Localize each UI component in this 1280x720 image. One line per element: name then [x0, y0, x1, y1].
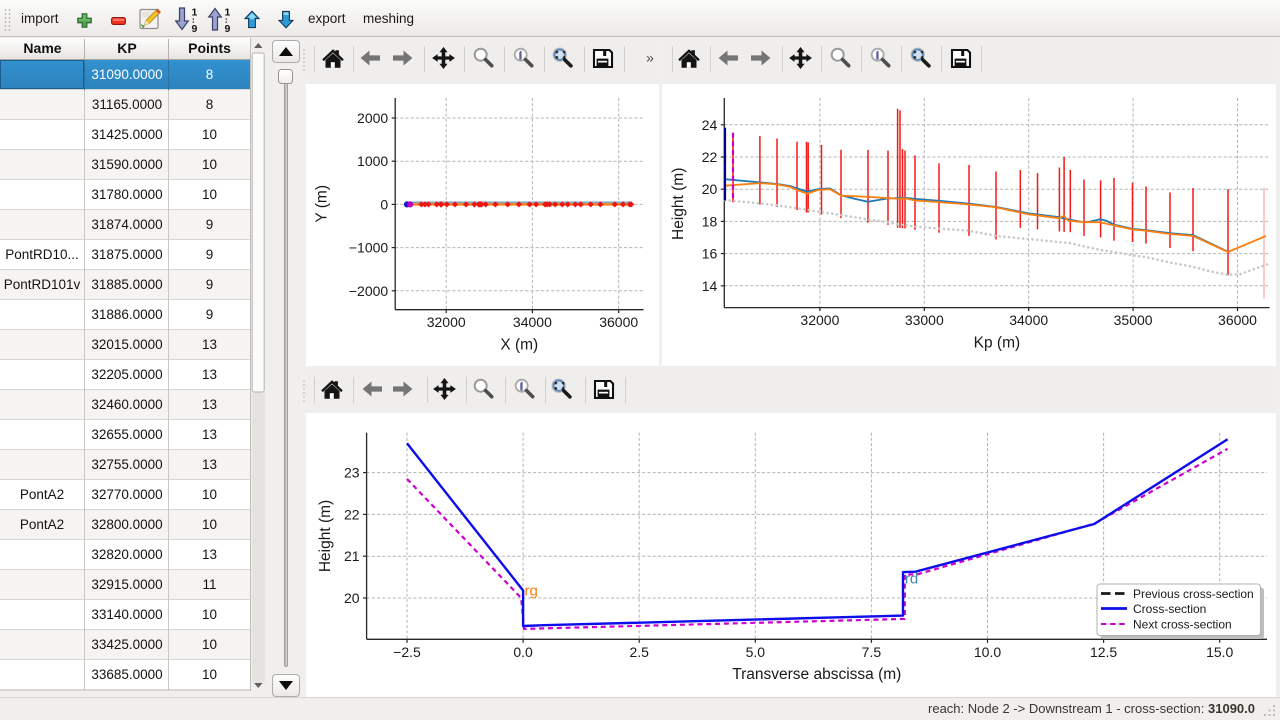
- svg-text:X (m): X (m): [500, 337, 538, 354]
- svg-text:Next cross-section: Next cross-section: [1133, 618, 1232, 632]
- svg-text:14: 14: [702, 278, 718, 294]
- svg-text:rg: rg: [525, 583, 538, 600]
- svg-text:Height (m): Height (m): [670, 168, 687, 240]
- svg-text:Y (m): Y (m): [314, 185, 331, 223]
- svg-text:22: 22: [344, 506, 360, 522]
- svg-text:»: »: [646, 50, 654, 66]
- svg-text:36000: 36000: [1218, 312, 1257, 328]
- svg-text:16: 16: [702, 246, 718, 262]
- svg-text:−1000: −1000: [349, 240, 389, 256]
- svg-text:34000: 34000: [513, 314, 552, 330]
- svg-text:Cross-section: Cross-section: [1133, 602, 1206, 616]
- svg-text:32000: 32000: [800, 312, 839, 328]
- svg-text:0.0: 0.0: [513, 644, 533, 660]
- svg-text:33000: 33000: [905, 312, 944, 328]
- svg-text:Kp (m): Kp (m): [974, 335, 1021, 352]
- svg-text:Previous cross-section: Previous cross-section: [1133, 587, 1254, 601]
- svg-text:24: 24: [702, 117, 718, 133]
- svg-text:21: 21: [344, 548, 360, 564]
- svg-text:rd: rd: [905, 571, 918, 588]
- svg-text:36000: 36000: [599, 314, 638, 330]
- svg-text:1: 1: [225, 7, 231, 19]
- svg-text:1000: 1000: [357, 153, 388, 169]
- svg-text:34000: 34000: [1009, 312, 1048, 328]
- svg-text:20: 20: [702, 181, 718, 197]
- svg-text:22: 22: [702, 149, 718, 165]
- svg-text:18: 18: [702, 213, 718, 229]
- svg-text:10.0: 10.0: [974, 644, 1001, 660]
- svg-text:0: 0: [380, 196, 388, 212]
- svg-text:−2.5: −2.5: [393, 644, 421, 660]
- svg-text:2.5: 2.5: [629, 644, 649, 660]
- svg-text:35000: 35000: [1114, 312, 1153, 328]
- svg-text:9: 9: [225, 23, 231, 33]
- svg-text:7.5: 7.5: [862, 644, 882, 660]
- svg-text:23: 23: [344, 465, 360, 481]
- svg-text:Transverse abscissa (m): Transverse abscissa (m): [732, 666, 901, 683]
- svg-text:9: 9: [192, 23, 198, 33]
- svg-text:1: 1: [192, 7, 198, 19]
- svg-text:Height (m): Height (m): [317, 500, 334, 572]
- svg-text:15.0: 15.0: [1206, 644, 1233, 660]
- svg-text:−2000: −2000: [349, 283, 389, 299]
- svg-text:5.0: 5.0: [746, 644, 766, 660]
- svg-text:20: 20: [344, 590, 360, 606]
- svg-text:32000: 32000: [427, 314, 466, 330]
- svg-text:2000: 2000: [357, 110, 388, 126]
- svg-text:12.5: 12.5: [1090, 644, 1117, 660]
